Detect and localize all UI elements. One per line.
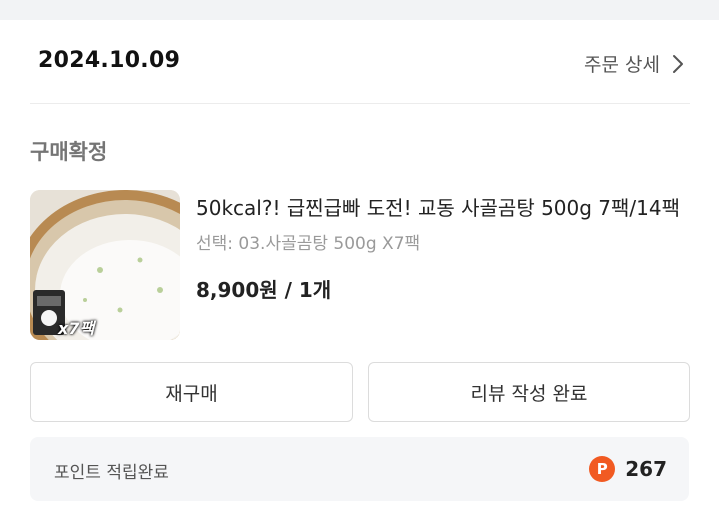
product-price: 8,900원 / 1개 <box>196 278 332 302</box>
point-icon: P <box>589 456 616 482</box>
order-date: 2024.10.09 <box>38 48 181 73</box>
review-complete-button[interactable]: 리뷰 작성 완료 <box>368 362 690 422</box>
chevron-right-icon <box>673 54 683 73</box>
product-name[interactable]: 50kcal?! 급찐급빠 도전! 교동 사골곰탕 500g 7팩/14팩 <box>196 192 686 225</box>
review-button-label: 리뷰 작성 완료 <box>470 382 588 405</box>
rebuy-button[interactable]: 재구매 <box>30 362 353 422</box>
order-status: 구매확정 <box>30 140 108 164</box>
points-value-group: P 267 <box>589 456 667 482</box>
rebuy-button-label: 재구매 <box>165 382 218 405</box>
top-divider-strip <box>0 0 719 20</box>
product-option: 선택: 03.사골곰탕 500g X7팩 <box>196 234 421 254</box>
points-label: 포인트 적립완료 <box>54 463 169 483</box>
quantity-badge: x7팩 <box>58 319 95 338</box>
order-header: 2024.10.09 주문 상세 <box>30 22 690 104</box>
points-value: 267 <box>625 457 667 481</box>
product-info: 50kcal?! 급찐급빠 도전! 교동 사골곰탕 500g 7팩/14팩 선택… <box>196 192 686 303</box>
product-thumbnail[interactable]: x7팩 <box>30 190 180 340</box>
order-detail-link[interactable]: 주문 상세 <box>584 50 684 77</box>
order-detail-label: 주문 상세 <box>584 54 660 76</box>
points-panel: 포인트 적립완료 P 267 <box>30 437 689 501</box>
soup-bowl-image <box>30 190 180 340</box>
